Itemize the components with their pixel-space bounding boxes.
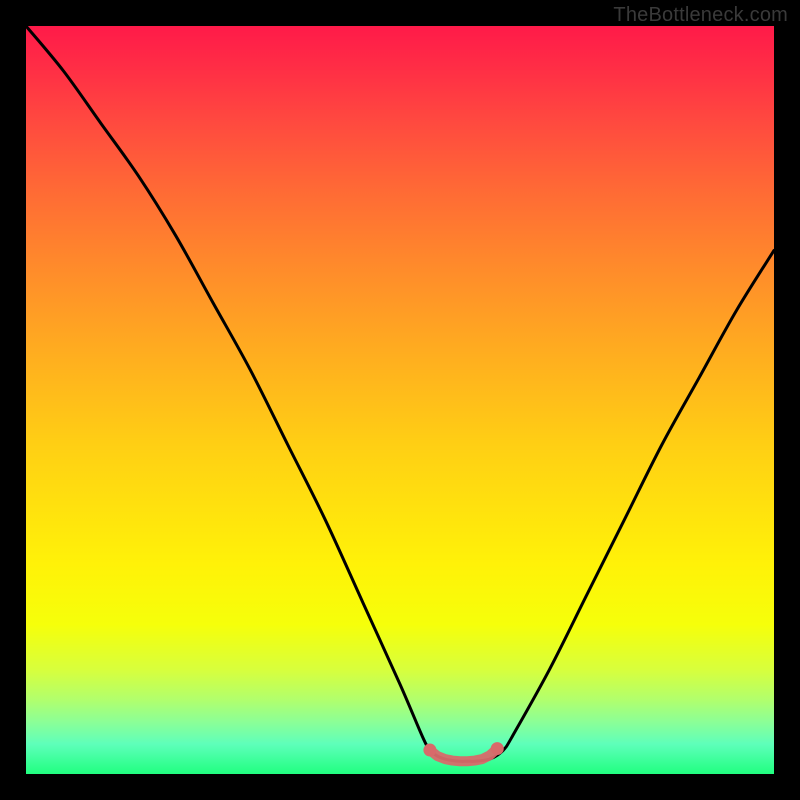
valley-marker-end bbox=[491, 742, 504, 755]
valley-marker-start bbox=[423, 744, 436, 757]
bottleneck-curve-svg bbox=[26, 26, 774, 774]
watermark-text: TheBottleneck.com bbox=[613, 4, 788, 27]
bottleneck-curve-path bbox=[26, 26, 774, 761]
valley-marker-band bbox=[430, 749, 497, 762]
plot-area bbox=[26, 26, 774, 774]
chart-frame: TheBottleneck.com bbox=[0, 0, 800, 800]
marker-layer bbox=[423, 742, 503, 761]
curve-layer bbox=[26, 26, 774, 761]
